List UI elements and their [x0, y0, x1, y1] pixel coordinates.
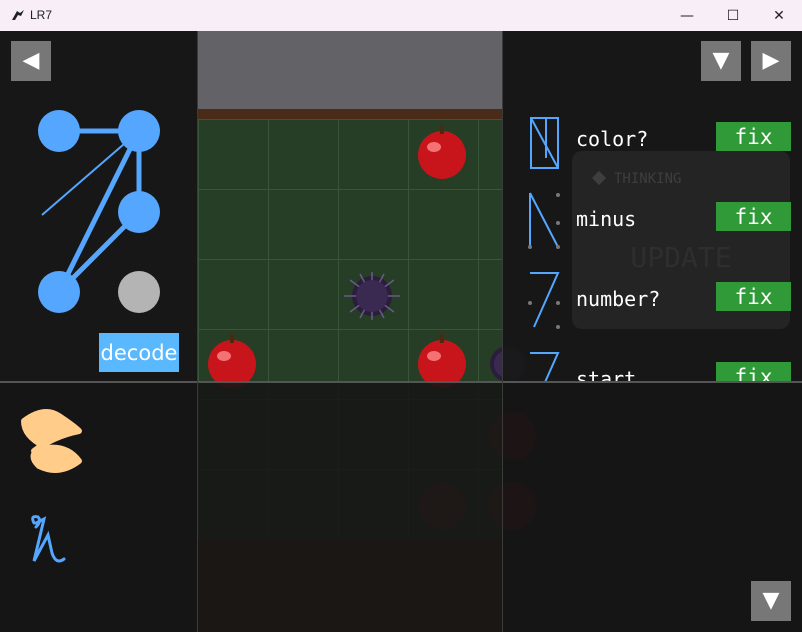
- close-button[interactable]: ✕: [756, 0, 802, 31]
- apple-icon: [418, 334, 466, 388]
- back-button[interactable]: ◀: [11, 41, 51, 81]
- back-arrow-icon: ◀: [22, 48, 40, 73]
- graph-node: [38, 110, 80, 152]
- decoder-graph[interactable]: [0, 109, 198, 339]
- down-arrow-icon: ▼: [712, 48, 730, 73]
- right-divider: [502, 31, 503, 632]
- rules-list: color? fix minus fix number? fix start f…: [502, 109, 802, 381]
- rule-row: minus fix: [522, 189, 802, 269]
- glyph-icon: [530, 117, 559, 169]
- graph-node: [118, 191, 160, 233]
- rule-row: number? fix: [522, 269, 802, 349]
- decode-button[interactable]: decode: [99, 333, 179, 372]
- glyph-icon: [528, 272, 560, 329]
- graph-node: [118, 271, 160, 313]
- close-icon: ✕: [773, 7, 785, 24]
- rule-label: minus: [576, 207, 637, 231]
- minimize-button[interactable]: —: [664, 0, 710, 31]
- apple-icon: [418, 125, 466, 179]
- rule-label: number?: [576, 287, 661, 311]
- glyph-icon: [530, 352, 560, 381]
- down-button[interactable]: ▼: [701, 41, 741, 81]
- minimize-icon: —: [680, 7, 694, 24]
- glyph-icon: [528, 192, 560, 249]
- maximize-icon: ☐: [726, 7, 740, 24]
- forward-button[interactable]: ▶: [751, 41, 791, 81]
- fix-button[interactable]: fix: [716, 282, 791, 311]
- inventory-panel: [0, 381, 802, 632]
- rule-row: color? fix: [522, 109, 802, 189]
- rule-row: start fix: [522, 349, 802, 381]
- left-divider: [197, 31, 198, 632]
- fix-button[interactable]: fix: [716, 122, 791, 151]
- apple-icon: [208, 334, 256, 388]
- rule-label: start: [576, 367, 637, 381]
- scribble-icon[interactable]: [14, 406, 90, 478]
- window-title: LR7: [30, 8, 53, 22]
- sea-urchin-icon: [344, 272, 400, 320]
- window-titlebar: LR7 — ☐ ✕: [0, 0, 802, 32]
- rule-label: color?: [576, 127, 649, 151]
- fix-button[interactable]: fix: [716, 202, 791, 231]
- graph-node: [38, 271, 80, 313]
- app-icon: [12, 10, 24, 20]
- maximize-button[interactable]: ☐: [710, 0, 756, 31]
- down-arrow-icon: ▼: [762, 588, 780, 613]
- forward-arrow-icon: ▶: [762, 48, 780, 73]
- glyph-icon[interactable]: [24, 511, 72, 571]
- graph-node: [118, 110, 160, 152]
- game-area: decode THINKING UPDATE color? fix minus …: [0, 31, 802, 632]
- fix-button[interactable]: fix: [716, 362, 791, 381]
- bottom-down-button[interactable]: ▼: [751, 581, 791, 621]
